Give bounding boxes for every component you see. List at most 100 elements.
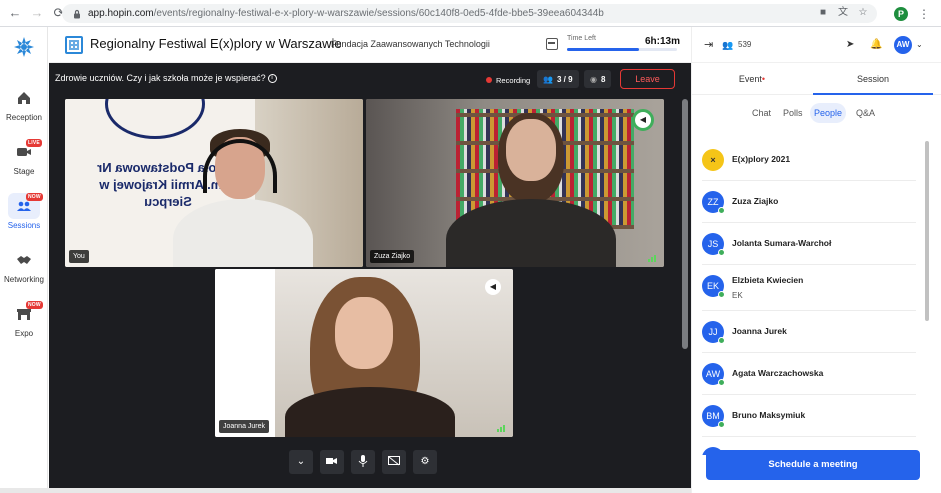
hopin-logo-icon[interactable] — [12, 35, 36, 59]
attendee-count: 539 — [738, 40, 752, 49]
chevron-down-icon[interactable]: ⌄ — [916, 40, 923, 49]
eye-icon: ◉ — [590, 74, 597, 84]
subtab-polls[interactable]: Polls — [779, 103, 807, 123]
subtab-chat[interactable]: Chat — [748, 103, 775, 123]
user-avatar[interactable]: AW — [894, 36, 912, 54]
video-tile-you[interactable]: Szkoła Podstawowa Nr 2 im. Armii Krajowe… — [65, 99, 363, 267]
avatar: AW — [702, 363, 725, 386]
list-item[interactable]: JJ Joanna Jurek — [702, 311, 916, 353]
list-item[interactable]: EK Elzbieta Kwiecien EK — [702, 265, 916, 311]
handshake-icon — [17, 256, 31, 264]
list-item[interactable]: AW Agata Warczachowska — [702, 353, 916, 395]
online-status-dot — [718, 249, 725, 256]
subtab-qa[interactable]: Q&A — [852, 103, 879, 123]
nav-networking[interactable]: Networking — [0, 245, 48, 293]
browser-menu-icon[interactable]: ⋮ — [918, 6, 930, 22]
event-header: Regionalny Festiwal E(x)plory w Warszawi… — [49, 27, 691, 63]
record-dot-icon — [486, 77, 492, 83]
nav-stage[interactable]: LIVE Stage — [0, 137, 48, 185]
url-host: app.hopin.com — [88, 8, 154, 19]
screen-share-icon[interactable] — [382, 450, 406, 474]
viewers-count[interactable]: ◉ 8 — [584, 70, 612, 88]
people-scrollbar[interactable] — [924, 139, 930, 439]
participant-name-tag: Zuza Ziajko — [370, 250, 415, 263]
nav-label: Stage — [13, 167, 35, 176]
signal-strength-icon — [497, 425, 507, 432]
list-item[interactable]: JS Jolanta Sumara-Warchoł — [702, 223, 916, 265]
app-sidebar: Reception LIVE Stage NOW Sessions Networ… — [0, 27, 48, 488]
collapse-panel-icon[interactable]: ⇥ — [704, 39, 716, 51]
avatar: JS — [702, 233, 725, 256]
avatar: JJ — [702, 321, 725, 344]
tab-session[interactable]: Session — [813, 63, 933, 95]
participant-name-tag: Joanna Jurek — [219, 420, 270, 433]
info-icon[interactable]: i — [267, 74, 277, 84]
bell-icon[interactable]: 🔔 — [870, 39, 882, 51]
event-logo-icon — [65, 36, 83, 54]
browser-profile-avatar[interactable]: P — [894, 7, 908, 21]
nav-label: Sessions — [7, 221, 41, 230]
speaker-icon[interactable]: ◀ — [485, 279, 501, 295]
organizer-name[interactable]: Fundacja Zaawansowanych Technologii — [331, 39, 490, 49]
bookmark-star-icon[interactable]: ☆ — [857, 7, 869, 19]
person-name: Elzbieta Kwiecien — [732, 275, 804, 285]
schedule-meeting-button[interactable]: Schedule a meeting — [706, 450, 920, 480]
chevron-down-icon[interactable]: ⌄ — [289, 450, 313, 474]
nav-label: Expo — [14, 329, 34, 338]
media-controls: ⌄ ⚙ — [289, 450, 437, 474]
video-camera-icon[interactable] — [320, 450, 344, 474]
nav-sessions[interactable]: NOW Sessions — [0, 191, 48, 239]
live-badge: LIVE — [26, 139, 42, 147]
person-name: Zuza Ziajko — [732, 196, 779, 206]
online-status-dot — [718, 337, 725, 344]
event-title: Regionalny Festiwal E(x)plory w Warszawi… — [90, 36, 342, 51]
participants-count[interactable]: 👥 3 / 9 — [537, 70, 579, 88]
back-arrow-icon[interactable]: ← — [8, 6, 22, 20]
participant-name-tag: You — [69, 250, 89, 263]
avatar: × — [702, 149, 724, 171]
person-name: Jolanta Sumara-Warchoł — [732, 238, 832, 248]
panel-tabs: Event• Session — [692, 63, 941, 95]
person-name: Agata Warczachowska — [732, 368, 824, 378]
forward-arrow-icon[interactable]: → — [30, 6, 44, 20]
viewers-value: 8 — [600, 74, 606, 84]
app-window: ← → ⟳ app.hopin.com/events/regionalny-fe… — [0, 0, 941, 493]
avatar: BM — [702, 405, 725, 428]
signal-strength-icon — [648, 255, 658, 262]
unread-dot: • — [761, 74, 766, 84]
people-icon: 👥 — [543, 74, 553, 84]
list-item[interactable]: BM Bruno Maksymiuk — [702, 395, 916, 437]
subtab-people[interactable]: People — [810, 103, 847, 123]
lock-icon — [74, 9, 80, 18]
camera-permission-icon[interactable]: ■ — [817, 7, 829, 19]
video-tile-zuza[interactable]: ◀ Zuza Ziajko — [366, 99, 664, 267]
nav-reception[interactable]: Reception — [0, 83, 48, 131]
session-stage: Zdrowie uczniów. Czy i jak szkoła może j… — [49, 63, 691, 488]
address-bar[interactable]: app.hopin.com/events/regionalny-festiwal… — [62, 4, 877, 23]
stage-scrollbar[interactable] — [682, 99, 688, 349]
nav-label: Networking — [3, 275, 44, 284]
list-item[interactable]: × E(x)plory 2021 — [702, 139, 916, 181]
calendar-icon[interactable] — [546, 38, 558, 50]
recording-indicator: Recording — [486, 72, 530, 88]
session-subtabs: Chat Polls People Q&A — [692, 103, 941, 123]
settings-gear-icon[interactable]: ⚙ — [413, 450, 437, 474]
recording-label: Recording — [496, 75, 531, 85]
speaker-active-icon[interactable]: ◀ — [632, 109, 654, 131]
online-status-dot — [718, 291, 725, 298]
list-item[interactable]: ZZ Zuza Ziajko — [702, 181, 916, 223]
tab-event[interactable]: Event• — [692, 63, 812, 95]
send-icon[interactable]: ➤ — [846, 39, 858, 51]
translate-icon[interactable]: 文 — [837, 7, 849, 19]
avatar: EK — [702, 275, 725, 298]
video-tile-joanna[interactable]: ◀ Joanna Jurek — [215, 269, 513, 437]
session-title: Zdrowie uczniów. Czy i jak szkoła może j… — [55, 73, 277, 84]
online-status-dot — [718, 421, 725, 428]
microphone-icon[interactable] — [351, 450, 375, 474]
participants-value: 3 / 9 — [556, 74, 573, 84]
time-left-progress-fill — [567, 48, 639, 51]
leave-button[interactable]: Leave — [620, 69, 675, 89]
nav-expo[interactable]: NOW Expo — [0, 299, 48, 347]
online-status-dot — [718, 379, 725, 386]
online-status-dot — [718, 207, 725, 214]
